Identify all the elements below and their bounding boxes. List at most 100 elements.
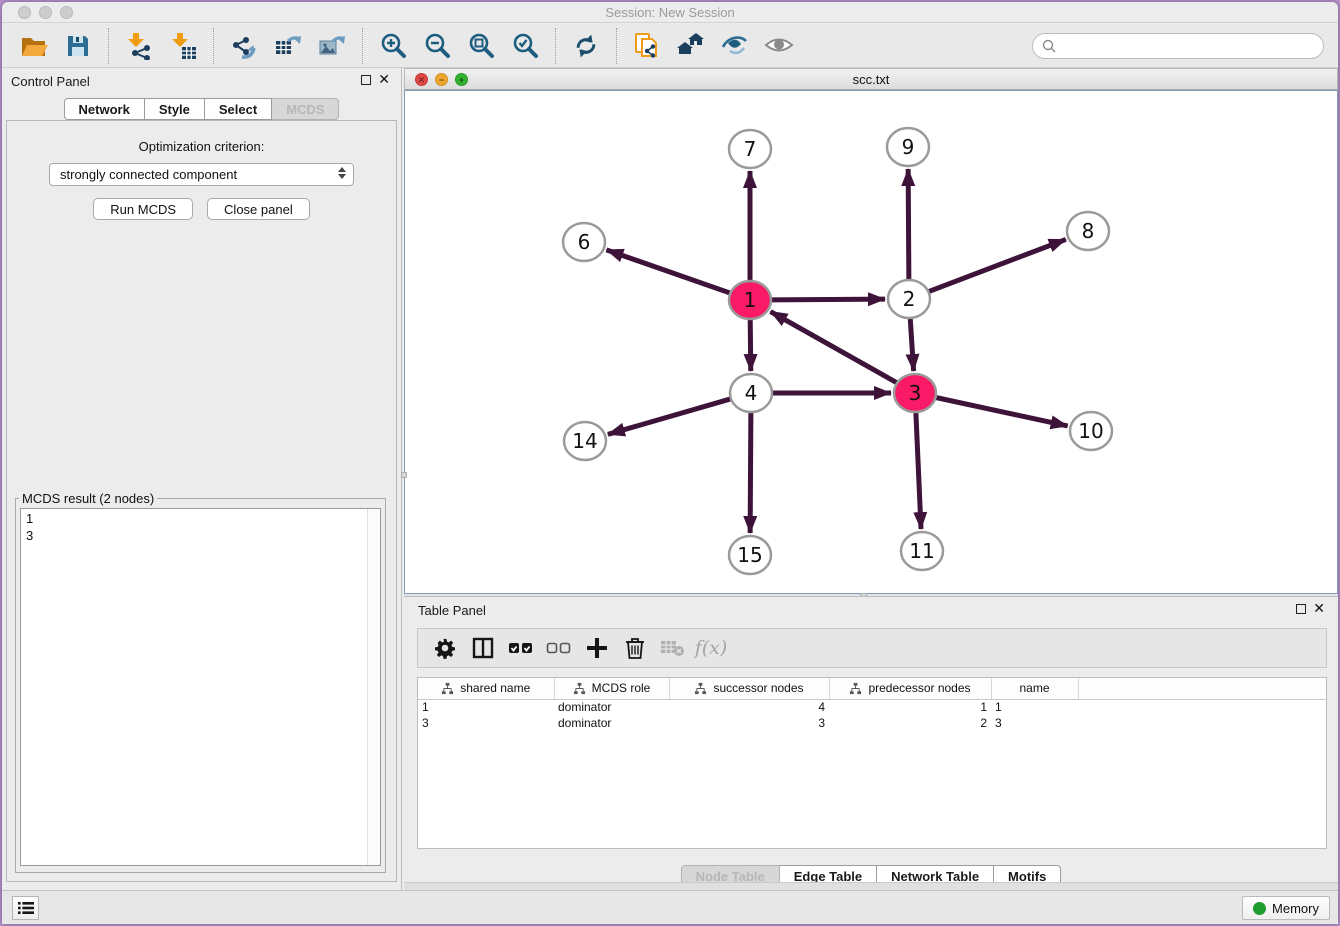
close-table-panel-icon[interactable]: ✕ [1313, 601, 1325, 615]
graph-edge-3-10[interactable] [936, 398, 1067, 426]
import-network-icon[interactable] [123, 30, 155, 62]
select-stepper-icon [338, 167, 346, 179]
graph-node-4[interactable]: 4 [730, 374, 772, 412]
table-cell[interactable]: 2 [829, 715, 991, 731]
node-table[interactable]: shared name MCDS role successor nodes pr… [417, 677, 1327, 849]
table-cell[interactable]: 3 [991, 715, 1078, 731]
table-row[interactable]: 1dominator411 [418, 699, 1326, 715]
open-session-icon[interactable] [18, 30, 50, 62]
graph-node-1[interactable]: 1 [729, 281, 771, 319]
add-column-icon[interactable] [582, 633, 612, 663]
network-view-window: ✕ − + scc.txt 7 9 6 8 1 2 4 3 14 10 15 11 [404, 68, 1338, 596]
svg-text:10: 10 [1078, 419, 1103, 443]
tab-network[interactable]: Network [64, 98, 145, 120]
tab-style[interactable]: Style [145, 98, 205, 120]
save-session-icon[interactable] [62, 30, 94, 62]
select-all-icon[interactable] [506, 633, 536, 663]
zoom-selected-icon[interactable] [509, 30, 541, 62]
table-panel-resize-strip[interactable] [404, 882, 1338, 890]
graph-node-11[interactable]: 11 [901, 532, 943, 570]
apply-style-icon[interactable] [719, 30, 751, 62]
graph-node-14[interactable]: 14 [564, 422, 606, 460]
graph-node-9[interactable]: 9 [887, 128, 929, 166]
graph-node-7[interactable]: 7 [729, 130, 771, 168]
table-cell[interactable]: dominator [554, 699, 669, 715]
tree-icon [573, 682, 586, 695]
column-header-name[interactable]: name [991, 678, 1078, 699]
graph-edge-3-1[interactable] [770, 312, 896, 383]
function-builder-icon: f(x) [696, 633, 726, 663]
column-header-mcds-role[interactable]: MCDS role [554, 678, 669, 699]
column-header-successor-nodes[interactable]: successor nodes [669, 678, 829, 699]
network-canvas[interactable]: 7 9 6 8 1 2 4 3 14 10 15 11 [404, 90, 1338, 594]
float-panel-icon[interactable] [361, 75, 371, 85]
graph-node-2[interactable]: 2 [888, 280, 930, 318]
delete-column-icon[interactable] [620, 633, 650, 663]
mcds-result-textarea[interactable]: 13 [20, 508, 381, 866]
table-cell[interactable]: 4 [669, 699, 829, 715]
close-panel-button[interactable]: Close panel [207, 198, 310, 220]
table-toolbar: f(x) [417, 628, 1327, 668]
column-header-shared-name[interactable]: shared name [418, 678, 554, 699]
export-table-icon[interactable] [272, 30, 304, 62]
graph-node-8[interactable]: 8 [1067, 212, 1109, 250]
toolbar-separator [362, 28, 363, 64]
gear-icon[interactable] [430, 633, 460, 663]
svg-text:1: 1 [744, 288, 757, 312]
home-layout-icon[interactable] [675, 30, 707, 62]
close-panel-icon[interactable]: ✕ [378, 72, 390, 86]
graph-edge-2-3[interactable] [910, 319, 913, 371]
search-input[interactable] [1057, 38, 1315, 53]
table-cell[interactable]: 1 [829, 699, 991, 715]
graph-node-10[interactable]: 10 [1070, 412, 1112, 450]
svg-text:14: 14 [572, 429, 597, 453]
import-table-icon[interactable] [167, 30, 199, 62]
zoom-out-icon[interactable] [421, 30, 453, 62]
tab-select[interactable]: Select [205, 98, 272, 120]
export-image-icon[interactable] [316, 30, 348, 62]
column-header-predecessor-nodes[interactable]: predecessor nodes [829, 678, 991, 699]
graph-edge-4-14[interactable] [608, 399, 730, 434]
memory-button[interactable]: Memory [1242, 896, 1330, 920]
graph-edge-3-11[interactable] [916, 413, 921, 529]
table-row[interactable]: 3dominator323 [418, 715, 1326, 731]
table-cell[interactable]: 1 [991, 699, 1078, 715]
zoom-fit-icon[interactable] [465, 30, 497, 62]
result-scrollbar[interactable] [367, 509, 380, 865]
table-cell[interactable]: 1 [418, 699, 554, 715]
graph-edge-4-15[interactable] [750, 413, 751, 533]
graph-node-15[interactable]: 15 [729, 536, 771, 574]
refresh-icon[interactable] [570, 30, 602, 62]
graph-edge-2-8[interactable] [929, 239, 1066, 291]
table-cell[interactable]: dominator [554, 715, 669, 731]
graph-edge-2-9[interactable] [908, 169, 909, 279]
panel-splitter-handle[interactable] [401, 472, 407, 478]
optimization-criterion-select[interactable]: strongly connected component [49, 163, 354, 186]
zoom-in-icon[interactable] [377, 30, 409, 62]
tree-icon [441, 682, 454, 695]
network-window-titlebar[interactable]: ✕ − + scc.txt [404, 68, 1338, 90]
memory-label: Memory [1272, 901, 1319, 916]
graph-node-6[interactable]: 6 [563, 223, 605, 261]
graph-edge-1-4[interactable] [750, 320, 751, 371]
task-history-button[interactable] [12, 896, 39, 920]
tab-mcds[interactable]: MCDS [272, 98, 339, 120]
run-mcds-button[interactable]: Run MCDS [93, 198, 193, 220]
duplicate-network-icon[interactable] [631, 30, 663, 62]
search-field[interactable] [1032, 33, 1324, 59]
tree-icon [694, 682, 707, 695]
column-selector-icon[interactable] [468, 633, 498, 663]
float-table-panel-icon[interactable] [1296, 604, 1306, 614]
table-panel-title: Table Panel [418, 603, 486, 618]
deselect-all-icon[interactable] [544, 633, 574, 663]
control-panel-tabs: Network Style Select MCDS [2, 98, 401, 120]
graph-edge-1-2[interactable] [772, 299, 885, 300]
graph-node-3[interactable]: 3 [894, 374, 936, 412]
network-graph: 7 9 6 8 1 2 4 3 14 10 15 11 [405, 91, 1338, 595]
table-cell[interactable]: 3 [418, 715, 554, 731]
table-cell[interactable]: 3 [669, 715, 829, 731]
export-network-icon[interactable] [228, 30, 260, 62]
show-hide-icon[interactable] [763, 30, 795, 62]
toolbar-separator [616, 28, 617, 64]
graph-edge-1-6[interactable] [606, 250, 729, 293]
